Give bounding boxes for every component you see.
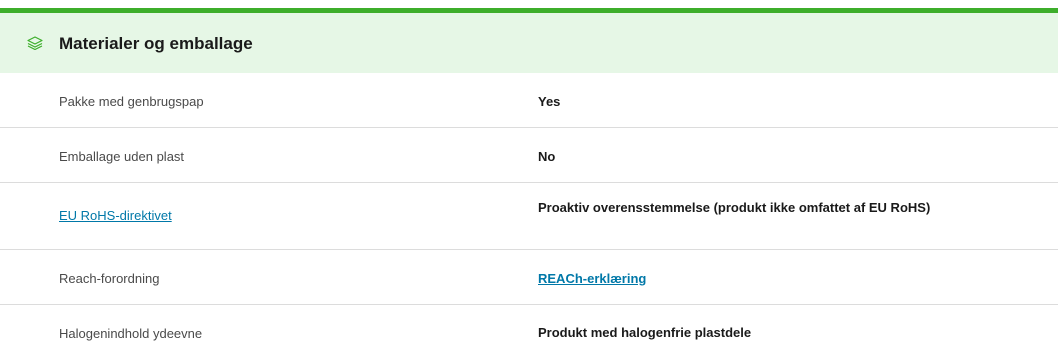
eu-rohs-link[interactable]: EU RoHS-direktivet bbox=[59, 208, 172, 224]
table-row-halogen: Halogenindhold ydeevne Produkt med halog… bbox=[0, 305, 1058, 354]
row-value: Yes bbox=[538, 94, 561, 109]
section-header: Materialer og emballage bbox=[0, 13, 1058, 73]
table-row-reach: Reach-forordning REACh-erklæring bbox=[0, 250, 1058, 305]
row-label: Reach-forordning bbox=[59, 271, 160, 286]
row-value: Produkt med halogenfrie plastdele bbox=[538, 325, 752, 340]
table-row-plastic-free-packaging: Emballage uden plast No bbox=[0, 128, 1058, 183]
layers-icon bbox=[27, 36, 43, 51]
reach-declaration-link[interactable]: REACh-erklæring bbox=[538, 271, 646, 287]
table-row-recycled-cardboard: Pakke med genbrugspap Yes bbox=[0, 73, 1058, 128]
table-row-eu-rohs: EU RoHS-direktivet Proaktiv overensstemm… bbox=[0, 183, 1058, 250]
section-title: Materialer og emballage bbox=[59, 34, 253, 53]
row-label: Pakke med genbrugspap bbox=[59, 94, 204, 109]
row-value: No bbox=[538, 149, 556, 164]
row-label: Emballage uden plast bbox=[59, 149, 185, 164]
row-label: Halogenindhold ydeevne bbox=[59, 326, 203, 341]
row-value: Proaktiv overensstemmelse (produkt ikke … bbox=[538, 200, 931, 215]
materials-packaging-panel: Materialer og emballage Pakke med genbru… bbox=[0, 0, 1058, 354]
